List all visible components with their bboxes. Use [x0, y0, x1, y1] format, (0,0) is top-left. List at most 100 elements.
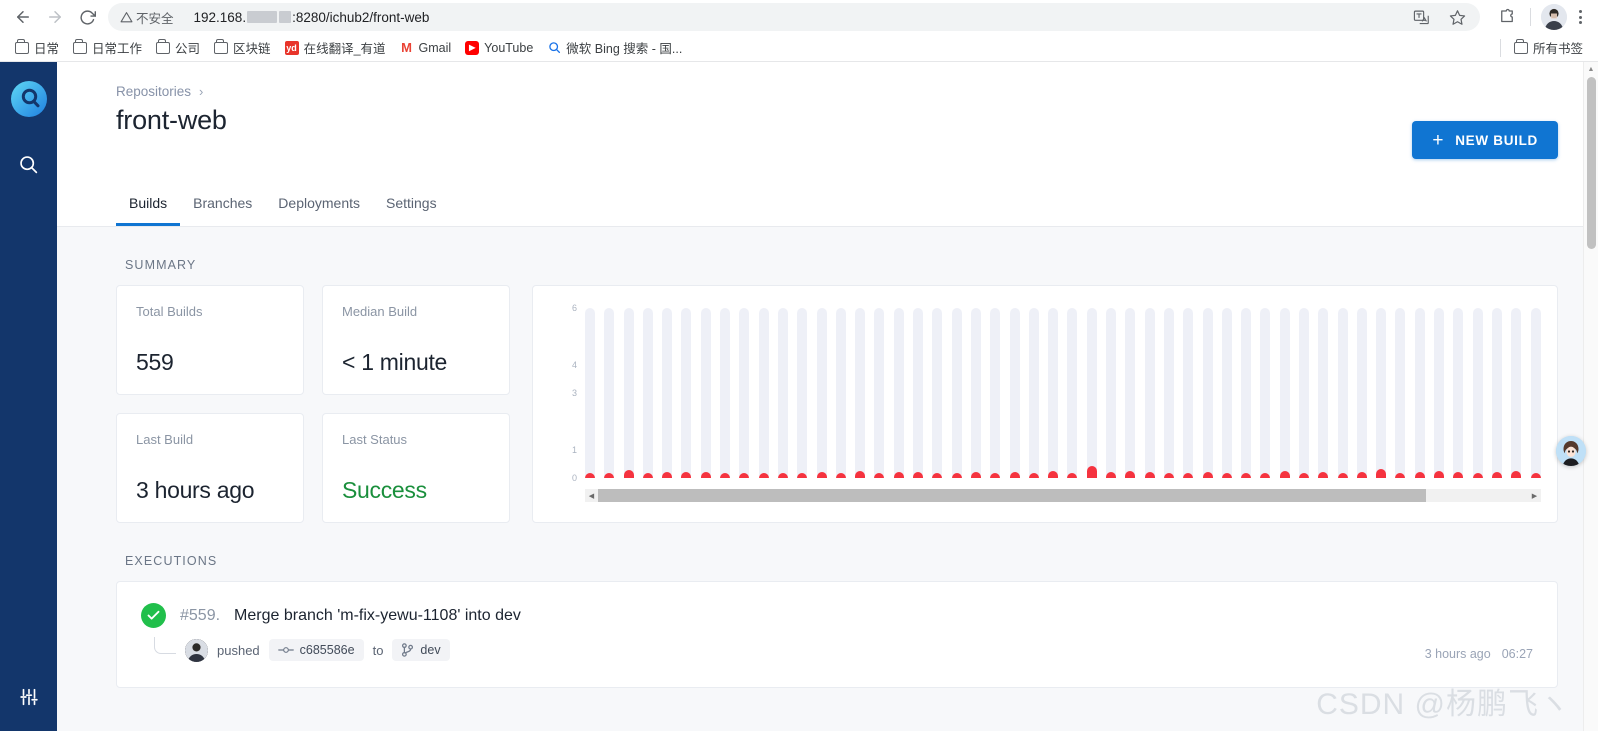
- tab-builds[interactable]: Builds: [116, 181, 181, 226]
- chart-bar[interactable]: [1511, 308, 1522, 478]
- chart-bar[interactable]: [1221, 308, 1232, 478]
- sidebar-item-settings[interactable]: [9, 677, 49, 717]
- chart-bar[interactable]: [1530, 308, 1541, 478]
- new-build-button[interactable]: + NEW BUILD: [1412, 121, 1558, 159]
- sidebar-item-search[interactable]: [9, 144, 49, 184]
- tab-deployments[interactable]: Deployments: [265, 181, 373, 226]
- chart-bar[interactable]: [1144, 308, 1155, 478]
- address-bar[interactable]: 不安全 192.168.:8280/ichub2/front-web: [108, 3, 1480, 31]
- chart-bar[interactable]: [1125, 308, 1136, 478]
- chart-bar[interactable]: [1202, 308, 1213, 478]
- bookmark-item[interactable]: ▶ YouTube: [458, 38, 540, 58]
- execution-row[interactable]: #559. Merge branch 'm-fix-yewu-1108' int…: [116, 581, 1558, 688]
- chart-bar[interactable]: [777, 308, 788, 478]
- extensions-icon[interactable]: [1494, 4, 1520, 30]
- chart-bar[interactable]: [874, 308, 885, 478]
- chart-bar[interactable]: [739, 308, 750, 478]
- translate-icon[interactable]: [1408, 4, 1434, 30]
- chart-bar[interactable]: [1241, 308, 1252, 478]
- tab-branches[interactable]: Branches: [180, 181, 265, 226]
- chart-bar-track: [1337, 308, 1348, 478]
- chart-bar[interactable]: [1298, 308, 1309, 478]
- browser-menu-icon[interactable]: [1571, 10, 1590, 24]
- chart-bar[interactable]: [1086, 308, 1097, 478]
- chart-bar[interactable]: [1376, 308, 1387, 478]
- commit-chip[interactable]: c685586e: [268, 639, 364, 661]
- floating-assistant-avatar[interactable]: [1556, 436, 1586, 466]
- bookmark-item[interactable]: 区块链: [207, 35, 278, 60]
- chart-bar[interactable]: [1163, 308, 1174, 478]
- chart-bar[interactable]: [1434, 308, 1445, 478]
- bookmark-item[interactable]: yd 在线翻译_有道: [278, 35, 393, 60]
- chart-bar-value: [1086, 466, 1097, 478]
- bookmark-item[interactable]: 日常工作: [66, 35, 149, 60]
- chart-bar[interactable]: [662, 308, 673, 478]
- chart-bar[interactable]: [1067, 308, 1078, 478]
- forward-button[interactable]: [40, 2, 70, 32]
- chart-bar[interactable]: [970, 308, 981, 478]
- chart-bar[interactable]: [623, 308, 634, 478]
- bookmark-star-icon[interactable]: [1444, 4, 1470, 30]
- page-scrollbar-thumb[interactable]: [1586, 77, 1596, 249]
- breadcrumb-repositories[interactable]: Repositories: [116, 84, 191, 99]
- chart-bar-track: [1530, 308, 1541, 478]
- chart-bar[interactable]: [990, 308, 1001, 478]
- reload-button[interactable]: [72, 2, 102, 32]
- chart-bar[interactable]: [758, 308, 769, 478]
- scroll-left-arrow-icon[interactable]: ◀: [585, 489, 598, 502]
- chart-bar[interactable]: [700, 308, 711, 478]
- chart-bar-track: [681, 308, 692, 478]
- bookmark-item[interactable]: 微软 Bing 搜索 - 国...: [540, 35, 689, 60]
- chart-horizontal-scrollbar[interactable]: ◀ ▶: [585, 489, 1541, 502]
- security-label: 不安全: [136, 11, 174, 26]
- chart-bar[interactable]: [720, 308, 731, 478]
- back-button[interactable]: [8, 2, 38, 32]
- chart-bar-value: [1491, 472, 1502, 478]
- chart-bar[interactable]: [893, 308, 904, 478]
- bookmark-item[interactable]: 日常: [8, 35, 66, 60]
- chart-bar[interactable]: [585, 308, 595, 478]
- chart-bar[interactable]: [1453, 308, 1464, 478]
- check-icon: [147, 610, 160, 620]
- chart-bar[interactable]: [816, 308, 827, 478]
- chart-bar[interactable]: [681, 308, 692, 478]
- drone-logo[interactable]: [10, 80, 48, 118]
- chart-bar[interactable]: [1260, 308, 1271, 478]
- chart-bar[interactable]: [797, 308, 808, 478]
- scroll-up-arrow-icon[interactable]: ▲: [1584, 62, 1598, 77]
- branch-chip[interactable]: dev: [392, 639, 450, 661]
- chart-bar[interactable]: [1356, 308, 1367, 478]
- chart-bar[interactable]: [1491, 308, 1502, 478]
- toolbar-divider: [1530, 8, 1531, 26]
- chart-bar[interactable]: [932, 308, 943, 478]
- chart-bar[interactable]: [1414, 308, 1425, 478]
- chart-bar[interactable]: [1318, 308, 1329, 478]
- all-bookmarks-button[interactable]: 所有书签: [1507, 35, 1590, 60]
- chart-bar[interactable]: [913, 308, 924, 478]
- page-scrollbar[interactable]: ▲: [1583, 62, 1598, 731]
- profile-avatar[interactable]: [1541, 4, 1567, 30]
- chart-bar[interactable]: [604, 308, 615, 478]
- chart-bar[interactable]: [1183, 308, 1194, 478]
- bookmark-item[interactable]: M Gmail: [393, 38, 459, 58]
- youtube-icon: ▶: [465, 40, 480, 55]
- bookmark-item[interactable]: 公司: [149, 35, 207, 60]
- chart-bar[interactable]: [1048, 308, 1059, 478]
- chart-bar[interactable]: [1009, 308, 1020, 478]
- tab-settings[interactable]: Settings: [373, 181, 450, 226]
- chart-bar[interactable]: [855, 308, 866, 478]
- chart-bar[interactable]: [1279, 308, 1290, 478]
- chart-bar[interactable]: [1472, 308, 1483, 478]
- scroll-right-arrow-icon[interactable]: ▶: [1528, 489, 1541, 502]
- chart-bar[interactable]: [1028, 308, 1039, 478]
- sliders-icon: [19, 688, 38, 706]
- chart-bar[interactable]: [1395, 308, 1406, 478]
- chart-bar[interactable]: [835, 308, 846, 478]
- chart-bar[interactable]: [951, 308, 962, 478]
- chart-bar[interactable]: [642, 308, 653, 478]
- security-indicator[interactable]: 不安全: [120, 8, 174, 27]
- chart-bar[interactable]: [1106, 308, 1117, 478]
- chart-bar[interactable]: [1337, 308, 1348, 478]
- scrollbar-thumb[interactable]: [598, 489, 1426, 502]
- card-label: Total Builds: [136, 304, 203, 319]
